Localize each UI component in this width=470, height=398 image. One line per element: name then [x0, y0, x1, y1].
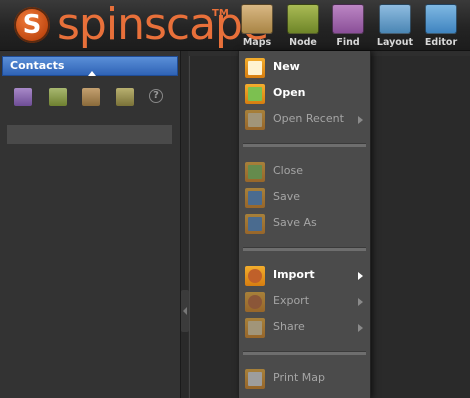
save-icon: [245, 188, 265, 208]
tool-node-label: Node: [289, 37, 317, 48]
trademark-mark: TM: [212, 8, 229, 19]
logo-letter: S: [22, 10, 42, 40]
tool-node[interactable]: Node: [280, 4, 326, 48]
menu-item-close-label: Close: [273, 164, 303, 177]
layout-icon: [379, 4, 411, 34]
menu-item-save-as-label: Save As: [273, 216, 317, 229]
collapse-arrow-icon[interactable]: [88, 71, 96, 76]
menu-item-open[interactable]: Open: [239, 82, 370, 106]
open-icon: [245, 84, 265, 104]
menu-item-save[interactable]: Save: [239, 186, 370, 210]
submenu-arrow-icon: [358, 272, 363, 280]
open-recent-icon: [245, 110, 265, 130]
panel-splitter[interactable]: [181, 51, 188, 398]
menu-item-export[interactable]: Export: [239, 290, 370, 314]
menu-item-import[interactable]: Import: [239, 264, 370, 288]
menu-item-open-label: Open: [273, 86, 306, 99]
share-icon: [245, 318, 265, 338]
menu-separator: [243, 351, 366, 355]
menu-item-share[interactable]: Share: [239, 316, 370, 340]
tool-find-label: Find: [336, 37, 360, 48]
editor-icon: [425, 4, 457, 34]
contacts-list-field[interactable]: [7, 125, 172, 144]
submenu-arrow-icon: [358, 116, 363, 124]
menu-item-import-label: Import: [273, 268, 315, 281]
submenu-arrow-icon: [358, 324, 363, 332]
submenu-arrow-icon: [358, 298, 363, 306]
menu-item-share-label: Share: [273, 320, 305, 333]
new-document-icon: [245, 58, 265, 78]
menu-item-print-map-label: Print Map: [273, 371, 326, 384]
contacts-tool-1-icon[interactable]: [14, 88, 32, 106]
menu-item-save-label: Save: [273, 190, 301, 203]
tool-editor-label: Editor: [424, 37, 458, 48]
menu-item-new-label: New: [273, 60, 300, 73]
find-icon: [332, 4, 364, 34]
contacts-panel: Contacts ?: [0, 51, 181, 398]
save-as-icon: [245, 214, 265, 234]
menu-separator: [243, 143, 366, 147]
import-icon: [245, 266, 265, 286]
menu-item-new[interactable]: New: [239, 56, 370, 80]
tool-editor[interactable]: Editor: [418, 4, 464, 48]
tool-layout-label: Layout: [376, 37, 414, 48]
contacts-tool-3-icon[interactable]: [82, 88, 100, 106]
maps-icon: [241, 4, 273, 34]
export-icon: [245, 292, 265, 312]
tool-maps-label: Maps: [242, 37, 272, 48]
tool-layout[interactable]: Layout: [372, 4, 418, 48]
top-toolbar: S spinscape TM Maps Node Find Layout Edi…: [0, 0, 470, 51]
contacts-tool-4-icon[interactable]: [116, 88, 134, 106]
collapse-left-icon[interactable]: [183, 307, 187, 315]
menu-item-open-recent-label: Open Recent: [273, 112, 344, 125]
contacts-panel-header[interactable]: Contacts: [2, 56, 178, 76]
menu-item-open-recent[interactable]: Open Recent: [239, 108, 370, 132]
node-icon: [287, 4, 319, 34]
tool-maps[interactable]: Maps: [234, 4, 280, 48]
menu-item-save-as[interactable]: Save As: [239, 212, 370, 236]
contacts-panel-title: Contacts: [10, 59, 65, 72]
menu-item-print-map[interactable]: Print Map: [239, 367, 370, 391]
contacts-tool-2-icon[interactable]: [49, 88, 67, 106]
close-icon: [245, 162, 265, 182]
tool-find[interactable]: Find: [325, 4, 371, 48]
menu-item-close[interactable]: Close: [239, 160, 370, 184]
help-icon[interactable]: ?: [149, 89, 163, 103]
menu-item-export-label: Export: [273, 294, 310, 307]
print-icon: [245, 369, 265, 389]
maps-menu: New Open Open Recent Close Save Save As …: [238, 51, 371, 398]
menu-separator: [243, 247, 366, 251]
